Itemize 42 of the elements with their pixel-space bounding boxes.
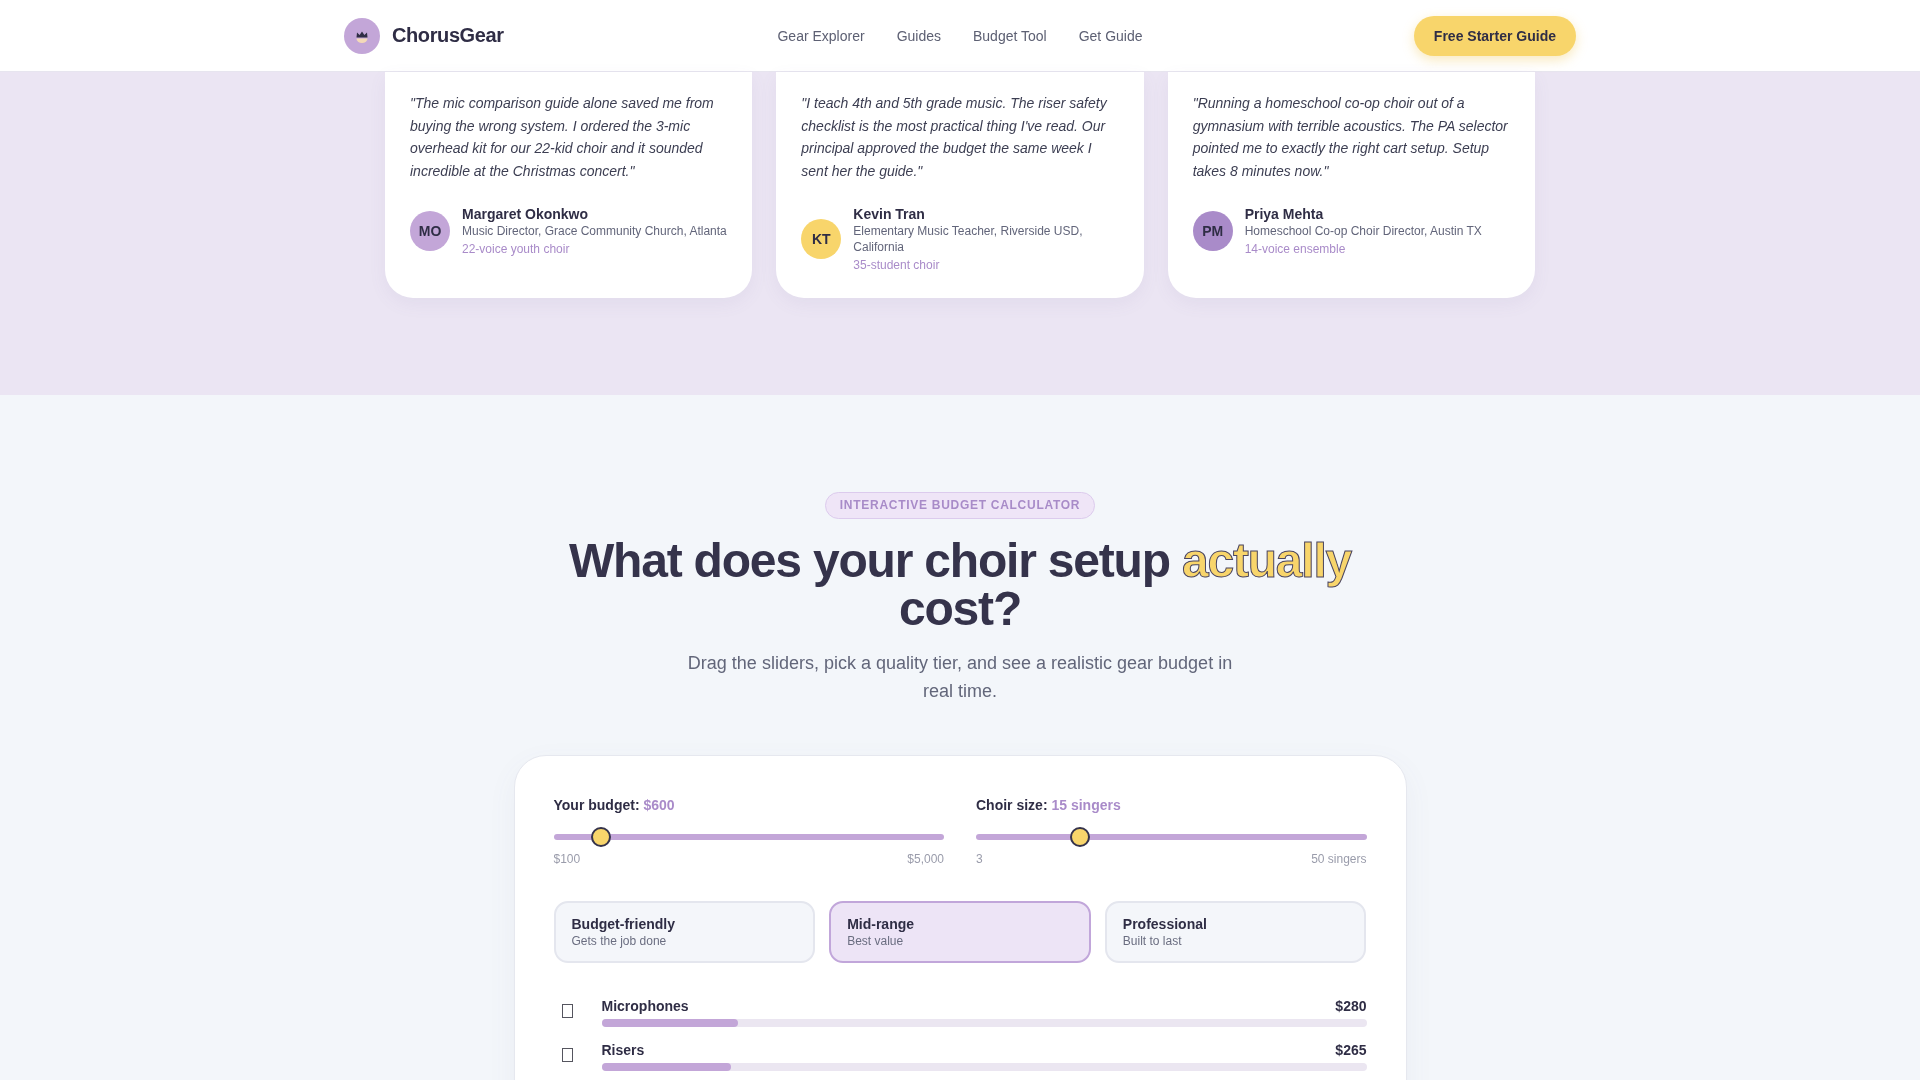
author-role: Elementary Music Teacher, Riverside USD, California	[853, 222, 1084, 255]
range-min-label: $100	[553, 850, 581, 867]
nav-link[interactable]: Get Guide	[1078, 27, 1143, 44]
quote-text: "I teach 4th and 5th grade music. The riser safety checklist is the most practical thing I've read. Our principal approved the budget the same week I sent her the guide."	[801, 94, 1109, 182]
range-max-label: $5,000	[907, 850, 944, 867]
slider-thumb[interactable]	[1070, 826, 1091, 847]
brand-name[interactable]: ChorusGear	[392, 24, 504, 47]
starter-guide-button[interactable]: Free Starter Guide	[1413, 15, 1576, 56]
item-name: Microphones	[601, 996, 689, 1016]
choir-size-text: 22-voice youth choir	[462, 240, 571, 257]
tier-option[interactable]: Budget-friendly Gets the job done	[553, 900, 816, 963]
quote-text: "Running a homeschool co-op choir out of a gymnasium with terrible acoustics. The PA selector pointed me to exactly the right cart setup. Setup takes 8 minutes now."	[1192, 94, 1509, 182]
author-name: Margaret Okonkwo	[462, 204, 590, 223]
slider-thumb[interactable]	[591, 826, 612, 847]
author-avatar: KT	[801, 218, 842, 259]
author-avatar: MO	[410, 210, 450, 251]
choir-size-text: 35-student choir	[853, 256, 941, 273]
nav-link[interactable]: Gear Explorer	[777, 27, 865, 44]
section-heading: What does your choir setup actually cost?	[567, 536, 1353, 633]
crown-icon[interactable]	[344, 17, 380, 54]
author-avatar: PM	[1192, 210, 1233, 251]
square-icon	[561, 1004, 573, 1019]
square-icon	[561, 1048, 573, 1063]
author-name: Kevin Tran	[853, 204, 926, 223]
choir-size-text: 14-voice ensemble	[1244, 240, 1347, 257]
item-cost: $265	[1335, 1040, 1367, 1060]
range-min-label: 3	[976, 850, 983, 867]
author-name: Priya Mehta	[1244, 204, 1325, 223]
nav-link[interactable]: Budget Tool	[973, 27, 1047, 44]
item-cost: $280	[1335, 996, 1367, 1016]
slider-label: Your budget: $600	[553, 795, 676, 815]
tier-option[interactable]: Mid-range Best value	[829, 900, 1091, 963]
slider-label: Choir size: 15 singers	[976, 795, 1122, 815]
range-max-label: 50 singers	[1311, 850, 1367, 867]
item-name: Risers	[601, 1040, 645, 1060]
section-subtitle: Drag the sliders, pick a quality tier, and see a realistic gear budget in real time.	[686, 651, 1234, 703]
quote-text: "The mic comparison guide alone saved me from buying the wrong system. I ordered the 3-mic overhead kit for our 22-kid choir and it sounded incredible at the Christmas concert."	[410, 94, 715, 182]
author-role: Homeschool Co-op Choir Director, Austin TX	[1244, 222, 1482, 239]
author-role: Music Director, Grace Community Church, Atlanta	[462, 222, 727, 239]
tier-option[interactable]: Professional Built to last	[1104, 900, 1367, 963]
nav-link[interactable]: Guides	[896, 27, 941, 44]
section-badge: INTERACTIVE BUDGET CALCULATOR	[824, 491, 1096, 519]
